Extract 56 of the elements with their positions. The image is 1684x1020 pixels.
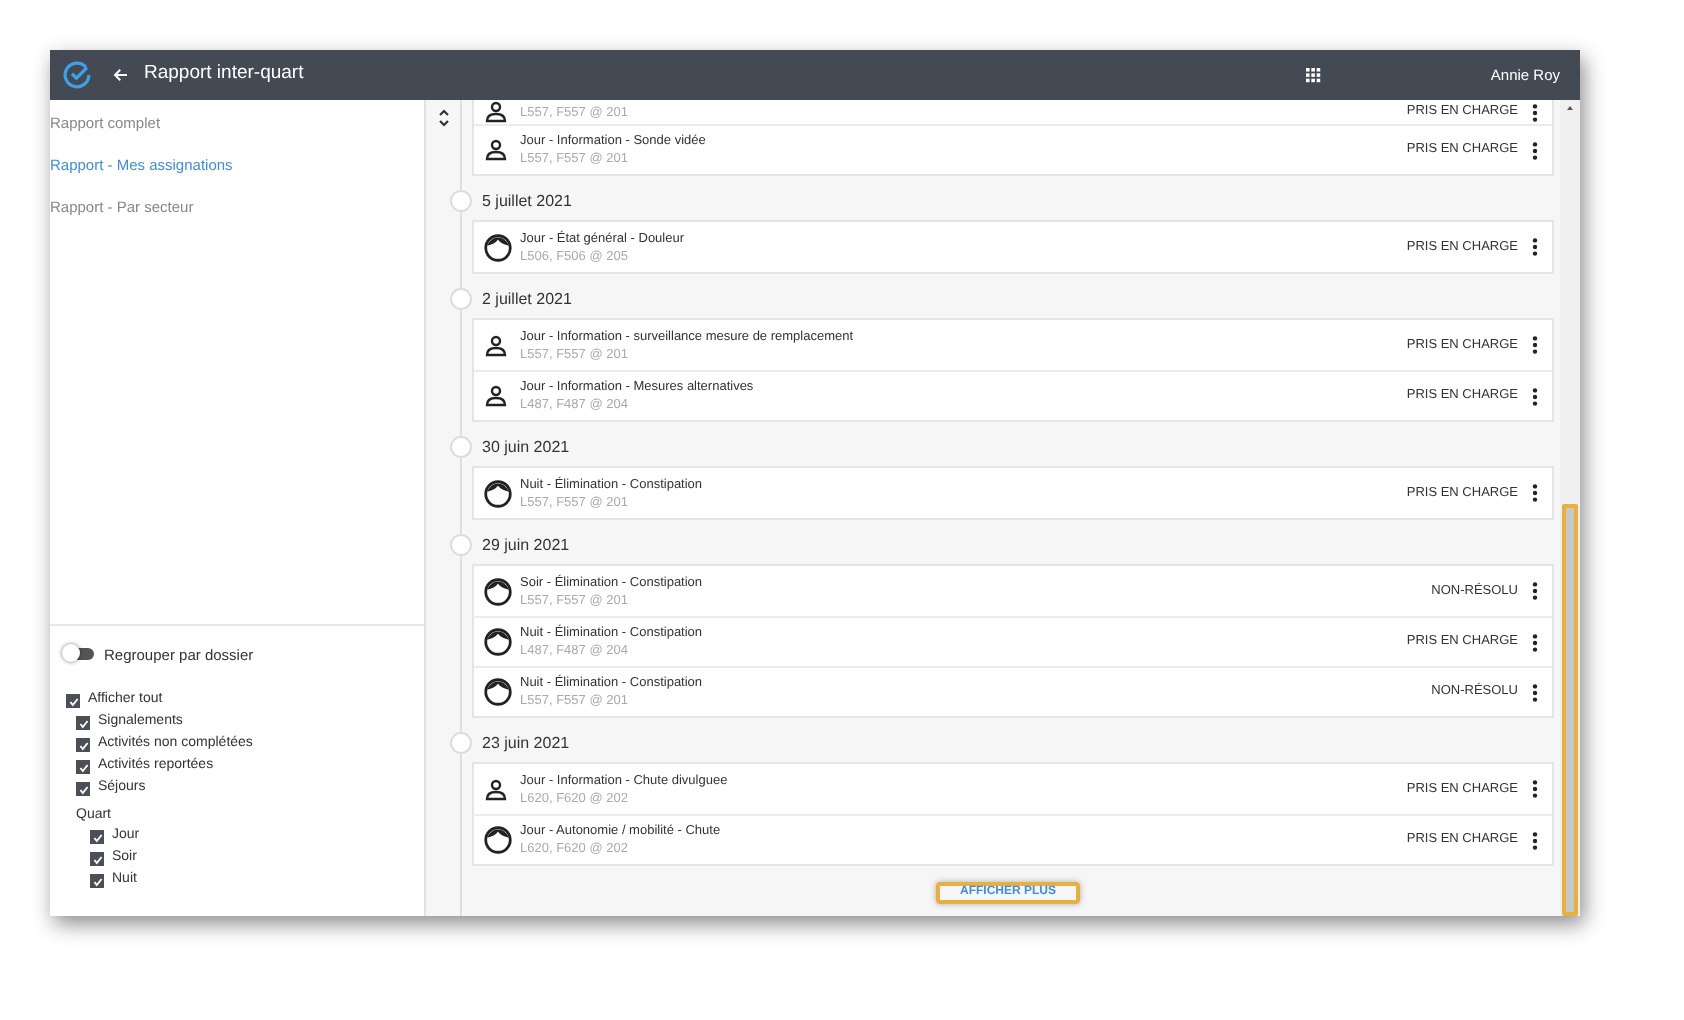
checkbox[interactable] [76, 738, 90, 752]
scrollbar[interactable] [1560, 100, 1580, 916]
person-icon [484, 384, 508, 408]
more-button[interactable] [1530, 483, 1540, 503]
checkbox[interactable] [76, 782, 90, 796]
kebab-icon [1532, 633, 1538, 651]
checkbox[interactable] [90, 830, 104, 844]
kebab-icon [1532, 484, 1538, 502]
more-button[interactable] [1530, 830, 1540, 850]
more-button[interactable] [1530, 335, 1540, 355]
sort-chevrons-icon [438, 108, 450, 128]
more-button[interactable] [1530, 237, 1540, 257]
kebab-icon [1532, 683, 1538, 701]
kebab-icon [1532, 582, 1538, 600]
face-icon [484, 233, 512, 261]
checkbox[interactable] [90, 874, 104, 888]
logo-icon [62, 60, 92, 90]
more-button[interactable] [1530, 581, 1540, 601]
more-button[interactable] [1530, 102, 1540, 122]
person-icon [484, 100, 508, 124]
face-icon [484, 479, 512, 507]
date-heading: 30 juin 2021 [482, 435, 570, 459]
date-heading: 5 juillet 2021 [482, 189, 572, 213]
checkbox[interactable] [66, 694, 80, 708]
kebab-icon [1532, 141, 1538, 159]
more-button[interactable] [1530, 140, 1540, 160]
window-title: Rapport inter-quart [144, 60, 304, 89]
kebab-icon [1532, 831, 1538, 849]
checkbox[interactable] [76, 760, 90, 774]
grid-icon [1306, 67, 1323, 83]
checkbox[interactable] [76, 716, 90, 730]
more-button[interactable] [1530, 386, 1540, 406]
face-icon [484, 577, 512, 605]
person-icon [484, 333, 508, 357]
scrollbar-thumb[interactable] [1562, 504, 1578, 916]
kebab-icon [1532, 103, 1538, 121]
person-icon [484, 777, 508, 801]
checkbox[interactable] [90, 852, 104, 866]
more-button[interactable] [1530, 779, 1540, 799]
kebab-icon [1532, 336, 1538, 354]
face-icon [484, 678, 512, 706]
date-heading: 29 juin 2021 [482, 533, 570, 557]
kebab-icon [1532, 387, 1538, 405]
face-icon [484, 826, 512, 854]
back-arrow-icon [111, 66, 129, 84]
sort-button[interactable] [436, 106, 452, 130]
face-icon [484, 628, 512, 656]
date-heading: 23 juin 2021 [482, 731, 570, 755]
kebab-icon [1532, 238, 1538, 256]
more-button[interactable] [1530, 632, 1540, 652]
more-button[interactable] [1530, 682, 1540, 702]
kebab-icon [1532, 780, 1538, 798]
person-icon [484, 138, 508, 162]
back-button[interactable] [108, 63, 132, 87]
date-heading: 2 juillet 2021 [482, 287, 572, 311]
toggle-switch[interactable] [66, 648, 94, 661]
